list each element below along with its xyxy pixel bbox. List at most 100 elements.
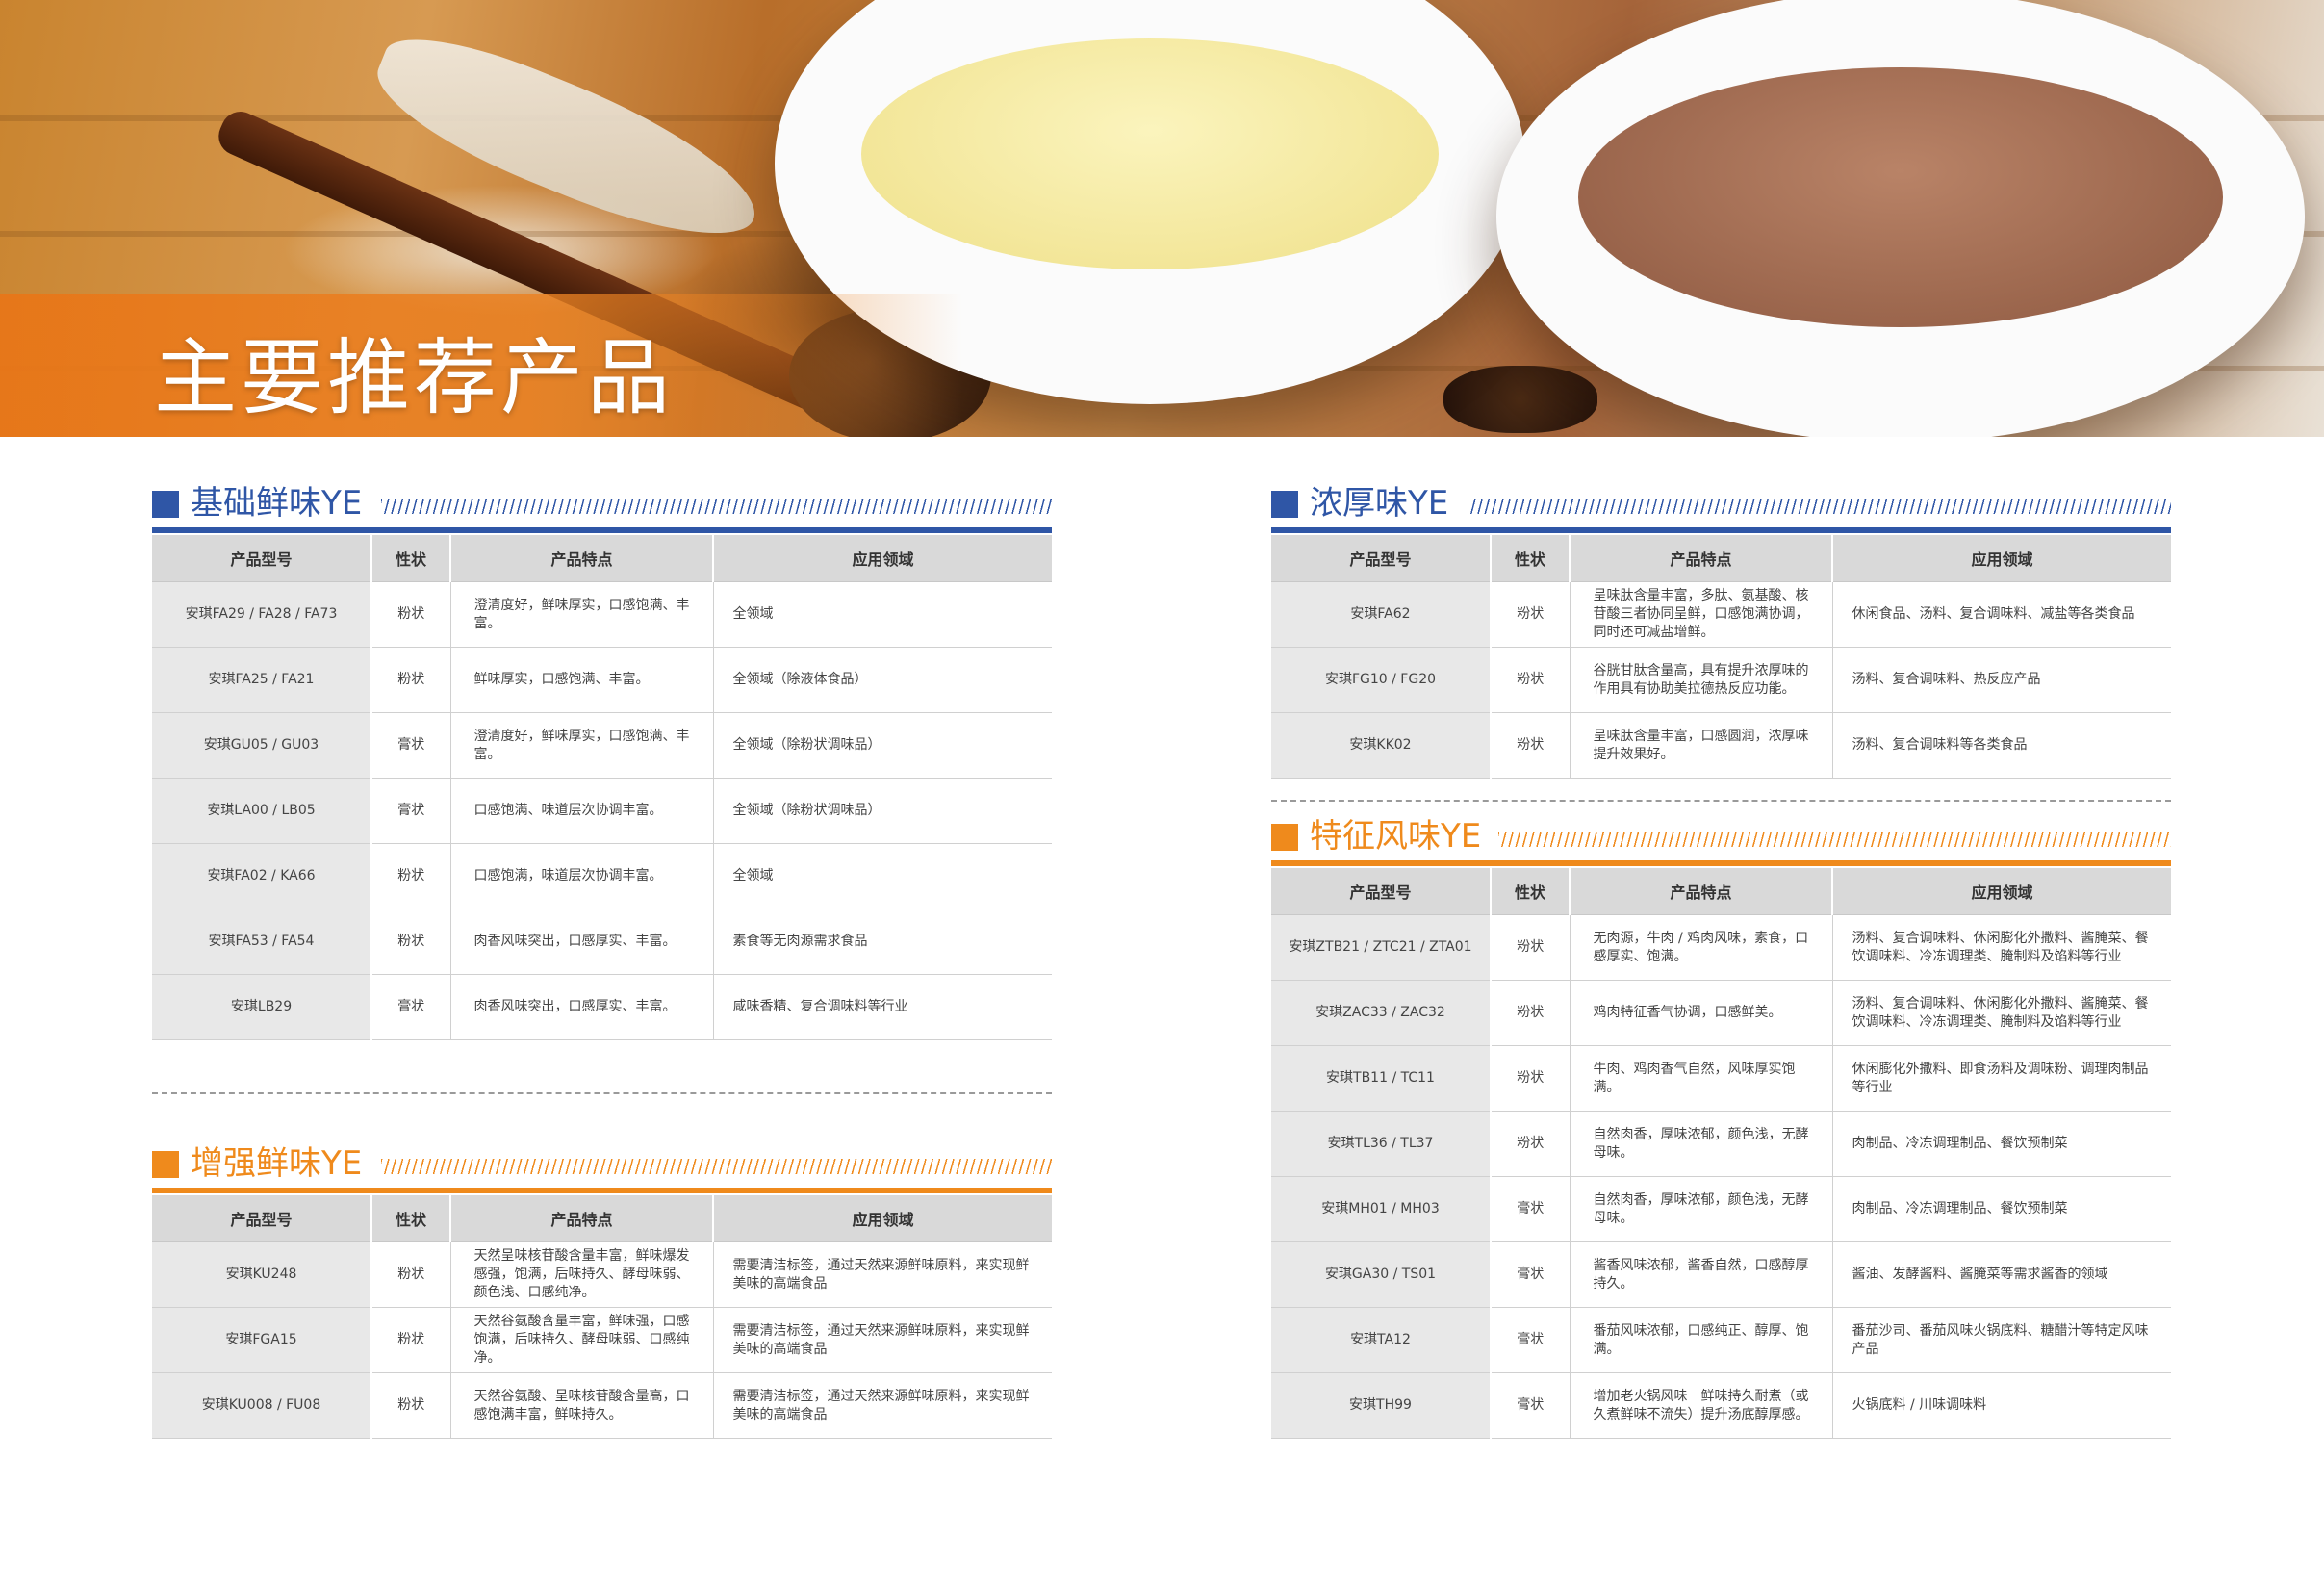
section-title: 基础鲜味YE [191, 484, 363, 523]
section-rich-taste: 浓厚味YE 产品型号 性状 产品特点 应用领域 安琪FA62 粉状 呈味肽含量丰富，… [1271, 479, 2171, 779]
product-model-cell: 安琪KK02 [1271, 712, 1492, 779]
product-table: 产品型号 性状 产品特点 应用领域 安琪FA62 粉状 呈味肽含量丰富，多肽、氨基酸… [1271, 535, 2171, 779]
product-model-cell: 安琪ZTB21 / ZTC21 / ZTA01 [1271, 914, 1492, 981]
table-header-row: 产品型号 性状 产品特点 应用领域 [152, 1195, 1052, 1242]
section-hatch [381, 499, 1052, 514]
table-header-row: 产品型号 性状 产品特点 应用领域 [152, 535, 1052, 582]
table-row: 安琪TB11 / TC11 粉状 牛肉、鸡肉香气自然，风味厚实饱满。 休闲膨化外撒料、… [1271, 1045, 2171, 1112]
section-underline [152, 527, 1052, 533]
section-square-icon [1271, 491, 1298, 518]
page-title: 主要推荐产品 [154, 330, 674, 426]
product-feature-cell: 自然肉香，厚味浓郁，颜色浅，无酵母味。 [1570, 1176, 1833, 1242]
col-header-feature: 产品特点 [1570, 868, 1833, 915]
section-header: 特征风味YE [1271, 812, 2171, 866]
product-application-cell: 素食等无肉源需求食品 [713, 909, 1052, 975]
product-feature-cell: 呈味肽含量丰富，口感圆润，浓厚味提升效果好。 [1570, 712, 1833, 779]
product-form-cell: 粉状 [371, 647, 451, 713]
product-feature-cell: 澄清度好，鲜味厚实，口感饱满、丰富。 [450, 581, 714, 648]
table-row: 安琪GU05 / GU03 膏状 澄清度好，鲜味厚实，口感饱满、丰富。 全领域（除粉状… [152, 712, 1052, 779]
table-header-row: 产品型号 性状 产品特点 应用领域 [1271, 868, 2171, 915]
product-model-cell: 安琪MH01 / MH03 [1271, 1176, 1492, 1242]
section-square-icon [1271, 824, 1298, 851]
product-model-cell: 安琪TH99 [1271, 1372, 1492, 1439]
product-application-cell: 汤料、复合调味料、热反应产品 [1832, 647, 2171, 713]
product-application-cell: 需要清洁标签，通过天然来源鲜味原料，来实现鲜美味的高端食品 [713, 1307, 1052, 1373]
product-form-cell: 膏状 [1491, 1176, 1571, 1242]
section-divider [152, 1092, 1052, 1094]
product-feature-cell: 澄清度好，鲜味厚实，口感饱满、丰富。 [450, 712, 714, 779]
product-application-cell: 全领域 [713, 843, 1052, 909]
product-model-cell: 安琪FGA15 [152, 1307, 372, 1373]
section-square-icon [152, 491, 179, 518]
product-application-cell: 全领域 [713, 581, 1052, 648]
yellow-powder [861, 38, 1439, 269]
product-application-cell: 全领域（除粉状调味品） [713, 712, 1052, 779]
table-row: 安琪TL36 / TL37 粉状 自然肉香，厚味浓郁，颜色浅，无酵母味。 肉制品、冷冻… [1271, 1111, 2171, 1177]
col-header-model: 产品型号 [1271, 535, 1492, 582]
section-underline [152, 1188, 1052, 1193]
product-feature-cell: 呈味肽含量丰富，多肽、氨基酸、核苷酸三者协同呈鲜，口感饱满协调，同时还可减盐增鲜… [1570, 581, 1833, 648]
table-row: 安琪LB29 膏状 肉香风味突出，口感厚实、丰富。 咸味香精、复合调味料等行业 [152, 974, 1052, 1040]
product-application-cell: 休闲食品、汤料、复合调味料、减盐等各类食品 [1832, 581, 2171, 648]
product-form-cell: 膏状 [1491, 1372, 1571, 1439]
product-application-cell: 需要清洁标签，通过天然来源鲜味原料，来实现鲜美味的高端食品 [713, 1241, 1052, 1308]
section-hatch [381, 1159, 1052, 1174]
product-model-cell: 安琪GA30 / TS01 [1271, 1241, 1492, 1308]
product-model-cell: 安琪FA02 / KA66 [152, 843, 372, 909]
col-header-feature: 产品特点 [450, 535, 714, 582]
col-header-form: 性状 [371, 1195, 451, 1242]
product-feature-cell: 无肉源，牛肉 / 鸡肉风味，素食，口感厚实、饱满。 [1570, 914, 1833, 981]
product-feature-cell: 谷胱甘肽含量高，具有提升浓厚味的作用具有协助美拉德热反应功能。 [1570, 647, 1833, 713]
product-form-cell: 粉状 [1491, 1111, 1571, 1177]
section-hatch [1498, 832, 2171, 847]
col-header-feature: 产品特点 [450, 1195, 714, 1242]
table-row: 安琪KK02 粉状 呈味肽含量丰富，口感圆润，浓厚味提升效果好。 汤料、复合调味料等各… [1271, 712, 2171, 779]
product-model-cell: 安琪KU248 [152, 1241, 372, 1308]
product-model-cell: 安琪GU05 / GU03 [152, 712, 372, 779]
product-model-cell: 安琪FA62 [1271, 581, 1492, 648]
product-feature-cell: 酱香风味浓郁，酱香自然，口感醇厚持久。 [1570, 1241, 1833, 1308]
table-row: 安琪KU008 / FU08 粉状 天然谷氨酸、呈味核苷酸含量高，口感饱满丰富，鲜味… [152, 1372, 1052, 1439]
product-application-cell: 休闲膨化外撒料、即食汤料及调味粉、调理肉制品等行业 [1832, 1045, 2171, 1112]
section-characteristic-flavor: 特征风味YE 产品型号 性状 产品特点 应用领域 安琪ZTB21 / ZTC21… [1271, 812, 2171, 1439]
table-row: 安琪ZAC33 / ZAC32 粉状 鸡肉特征香气协调，口感鲜美。 汤料、复合调味料、… [1271, 980, 2171, 1046]
product-model-cell: 安琪FA29 / FA28 / FA73 [152, 581, 372, 648]
section-basic-umami: 基础鲜味YE 产品型号 性状 产品特点 应用领域 安琪FA29 / FA28 /… [152, 479, 1052, 1040]
table-row: 安琪GA30 / TS01 膏状 酱香风味浓郁，酱香自然，口感醇厚持久。 酱油、发酵酱… [1271, 1241, 2171, 1308]
product-form-cell: 粉状 [371, 581, 451, 648]
product-feature-cell: 肉香风味突出，口感厚实、丰富。 [450, 974, 714, 1040]
table-row: 安琪LA00 / LB05 膏状 口感饱满、味道层次协调丰富。 全领域（除粉状调味品） [152, 778, 1052, 844]
table-row: 安琪TH99 膏状 增加老火锅风味 鲜味持久耐煮（或久煮鲜味不流失）提升汤底醇厚感。… [1271, 1372, 2171, 1439]
product-feature-cell: 鸡肉特征香气协调，口感鲜美。 [1570, 980, 1833, 1046]
product-model-cell: 安琪ZAC33 / ZAC32 [1271, 980, 1492, 1046]
spice-clove [1443, 366, 1597, 433]
product-form-cell: 膏状 [1491, 1241, 1571, 1308]
table-row: 安琪FA62 粉状 呈味肽含量丰富，多肽、氨基酸、核苷酸三者协同呈鲜，口感饱满协调，… [1271, 581, 2171, 648]
col-header-form: 性状 [1491, 535, 1571, 582]
product-application-cell: 火锅底料 / 川味调味料 [1832, 1372, 2171, 1439]
product-application-cell: 汤料、复合调味料等各类食品 [1832, 712, 2171, 779]
product-form-cell: 膏状 [371, 778, 451, 844]
product-form-cell: 粉状 [371, 1372, 451, 1439]
table-row: 安琪FA29 / FA28 / FA73 粉状 澄清度好，鲜味厚实，口感饱满、丰富。… [152, 581, 1052, 648]
product-application-cell: 全领域（除液体食品） [713, 647, 1052, 713]
product-application-cell: 肉制品、冷冻调理制品、餐饮预制菜 [1832, 1111, 2171, 1177]
product-model-cell: 安琪TB11 / TC11 [1271, 1045, 1492, 1112]
product-form-cell: 粉状 [1491, 581, 1571, 648]
product-application-cell: 全领域（除粉状调味品） [713, 778, 1052, 844]
section-enhanced-umami: 增强鲜味YE 产品型号 性状 产品特点 应用领域 安琪KU248 粉状 天然呈味核苷… [152, 1139, 1052, 1439]
product-model-cell: 安琪TA12 [1271, 1307, 1492, 1373]
product-form-cell: 粉状 [1491, 980, 1571, 1046]
product-model-cell: 安琪LB29 [152, 974, 372, 1040]
product-form-cell: 膏状 [371, 712, 451, 779]
section-title: 浓厚味YE [1310, 484, 1449, 523]
section-header: 增强鲜味YE [152, 1139, 1052, 1193]
section-title: 特征风味YE [1310, 817, 1482, 856]
product-feature-cell: 天然呈味核苷酸含量丰富，鲜味爆发感强，饱满，后味持久、酵母味弱、颜色浅、口感纯净… [450, 1241, 714, 1308]
product-feature-cell: 口感饱满、味道层次协调丰富。 [450, 778, 714, 844]
product-application-cell: 肉制品、冷冻调理制品、餐饮预制菜 [1832, 1176, 2171, 1242]
table-row: 安琪FA25 / FA21 粉状 鲜味厚实，口感饱满、丰富。 全领域（除液体食品） [152, 647, 1052, 713]
table-row: 安琪FA02 / KA66 粉状 口感饱满，味道层次协调丰富。 全领域 [152, 843, 1052, 909]
product-form-cell: 粉状 [1491, 1045, 1571, 1112]
product-form-cell: 粉状 [371, 909, 451, 975]
